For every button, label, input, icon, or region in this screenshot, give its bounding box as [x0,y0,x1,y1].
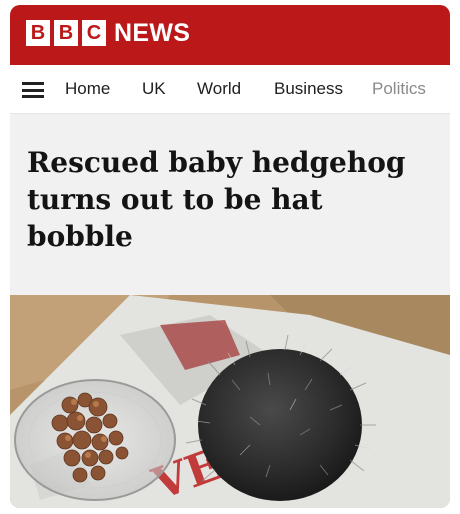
hamburger-menu-icon[interactable] [22,82,44,98]
hedgehog-bobble-photo: VE [10,295,450,508]
logo-word: NEWS [114,19,191,47]
masthead: B B C NEWS [10,5,450,65]
article-headline[interactable]: Rescued baby hedgehog turns out to be ha… [27,144,437,255]
nav-item-politics[interactable]: Politics [372,79,426,99]
nav-bar: Home UK World Business Politics [10,65,450,114]
nav-item-home[interactable]: Home [65,79,110,99]
logo-letter-b2: B [54,20,78,46]
nav-item-world[interactable]: World [197,79,241,99]
article-photo[interactable]: VE [10,295,450,508]
logo-letter-c: C [82,20,106,46]
phone-screen: B B C NEWS Home UK World Business Politi… [10,5,450,508]
logo-letter-b1: B [26,20,50,46]
nav-item-business[interactable]: Business [274,79,343,99]
bbc-news-logo[interactable]: B B C NEWS [26,20,190,46]
headline-section: Rescued baby hedgehog turns out to be ha… [10,114,450,295]
nav-item-uk[interactable]: UK [142,79,166,99]
